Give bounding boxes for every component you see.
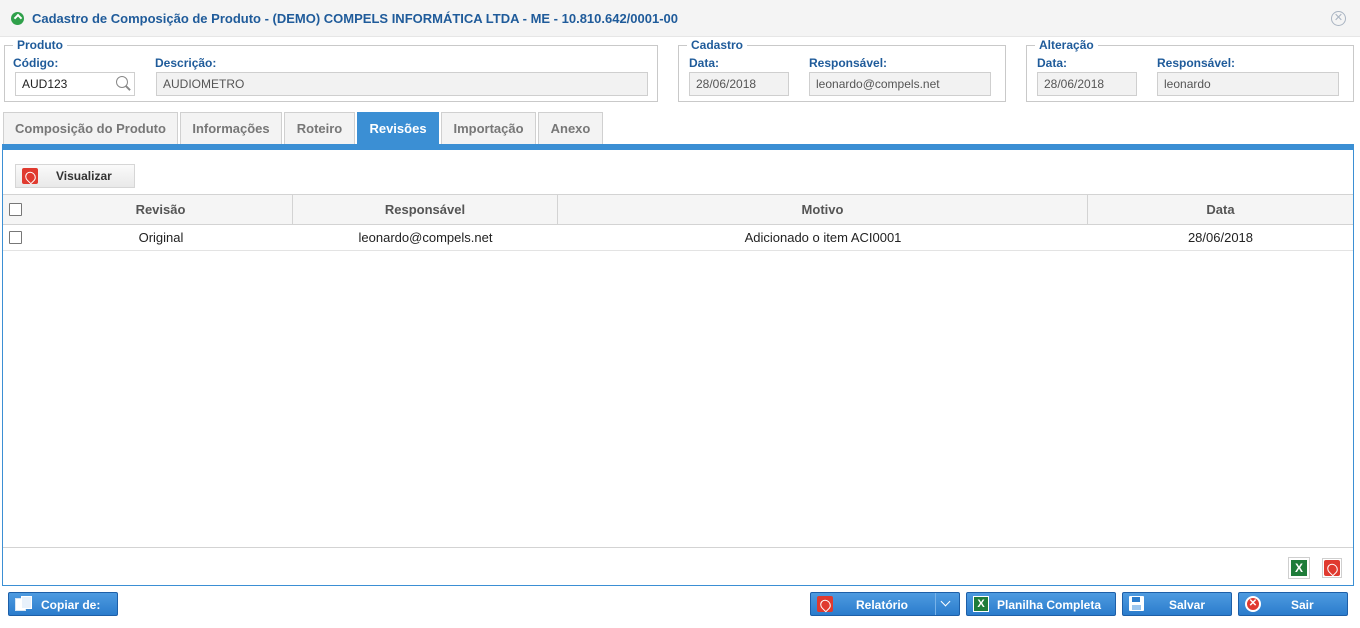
sair-button[interactable]: ✕ Sair [1238, 592, 1348, 616]
sair-label: Sair [1291, 598, 1314, 612]
export-pdf-icon [1324, 560, 1340, 576]
alteracao-responsavel-label: Responsável: [1157, 56, 1236, 70]
descricao-field: AUDIOMETRO [156, 72, 648, 96]
close-icon[interactable]: ✕ [1331, 11, 1346, 26]
copiar-button[interactable]: Copiar de: [8, 592, 118, 616]
exit-icon: ✕ [1245, 596, 1261, 612]
tab-roteiro[interactable]: Roteiro [284, 112, 355, 144]
copy-icon [15, 596, 32, 612]
codigo-label: Código: [13, 56, 59, 70]
cadastro-data-label: Data: [689, 56, 720, 70]
tab-revisoes[interactable]: Revisões [357, 112, 439, 144]
export-excel-icon[interactable]: X [1288, 557, 1310, 579]
column-header-data[interactable]: Data [1088, 195, 1353, 224]
cadastro-legend: Cadastro [687, 39, 748, 52]
pdf-icon [22, 168, 38, 184]
cadastro-responsavel-label: Responsável: [809, 56, 888, 70]
column-header-responsavel[interactable]: Responsável [293, 195, 558, 224]
copiar-label: Copiar de: [41, 598, 101, 612]
row-checkbox[interactable] [9, 231, 22, 244]
planilha-label: Planilha Completa [997, 598, 1102, 612]
cell-data: 28/06/2018 [1187, 230, 1254, 245]
export-pdf-button[interactable] [1322, 558, 1342, 578]
visualizar-label: Visualizar [56, 169, 112, 183]
table-footer-divider [3, 547, 1353, 548]
search-icon[interactable] [116, 76, 130, 90]
relatorio-label: Relatório [856, 598, 909, 612]
tab-importacao[interactable]: Importação [441, 112, 536, 144]
planilha-completa-button[interactable]: X Planilha Completa [966, 592, 1116, 616]
codigo-value: AUD123 [22, 77, 68, 91]
alteracao-group: Alteração Data: 28/06/2018 Responsável: … [1026, 39, 1354, 102]
alteracao-legend: Alteração [1035, 39, 1098, 52]
cell-motivo: Adicionado o item ACI0001 [744, 230, 902, 245]
column-header-motivo[interactable]: Motivo [558, 195, 1088, 224]
codigo-input[interactable]: AUD123 [15, 72, 135, 96]
select-all-checkbox[interactable] [9, 203, 22, 216]
revisoes-panel: Visualizar Revisão Responsável Motivo Da… [2, 144, 1354, 586]
dropdown-separator [935, 593, 936, 615]
cadastro-responsavel-field: leonardo@compels.net [809, 72, 991, 96]
chevron-down-icon[interactable] [940, 596, 951, 607]
title-bar: Cadastro de Composição de Produto - (DEM… [0, 0, 1360, 37]
excel-icon: X [973, 596, 989, 612]
salvar-label: Salvar [1169, 598, 1206, 612]
cadastro-data-field: 28/06/2018 [689, 72, 789, 96]
window-title: Cadastro de Composição de Produto - (DEM… [32, 11, 679, 26]
cell-responsavel: leonardo@compels.net [358, 230, 493, 245]
tab-informacoes[interactable]: Informações [180, 112, 282, 144]
save-icon [1129, 596, 1144, 611]
table-header: Revisão Responsável Motivo Data [3, 194, 1353, 225]
tab-composicao[interactable]: Composição do Produto [3, 112, 178, 144]
visualizar-button[interactable]: Visualizar [15, 164, 135, 188]
column-header-revisao[interactable]: Revisão [29, 195, 293, 224]
relatorio-button[interactable]: Relatório [810, 592, 960, 616]
produto-group: Produto Código: AUD123 Descrição: AUDIOM… [4, 39, 658, 102]
cadastro-group: Cadastro Data: 28/06/2018 Responsável: l… [678, 39, 1006, 102]
alteracao-data-field: 28/06/2018 [1037, 72, 1137, 96]
table-row[interactable]: Original leonardo@compels.net Adicionado… [3, 225, 1353, 251]
descricao-label: Descrição: [155, 56, 217, 70]
alteracao-data-label: Data: [1037, 56, 1068, 70]
cell-revisao: Original [138, 230, 184, 245]
salvar-button[interactable]: Salvar [1122, 592, 1232, 616]
tab-anexo[interactable]: Anexo [538, 112, 603, 144]
alteracao-responsavel-field: leonardo [1157, 72, 1339, 96]
back-icon[interactable] [11, 12, 24, 25]
pdf-icon [817, 596, 833, 612]
produto-legend: Produto [13, 39, 67, 52]
